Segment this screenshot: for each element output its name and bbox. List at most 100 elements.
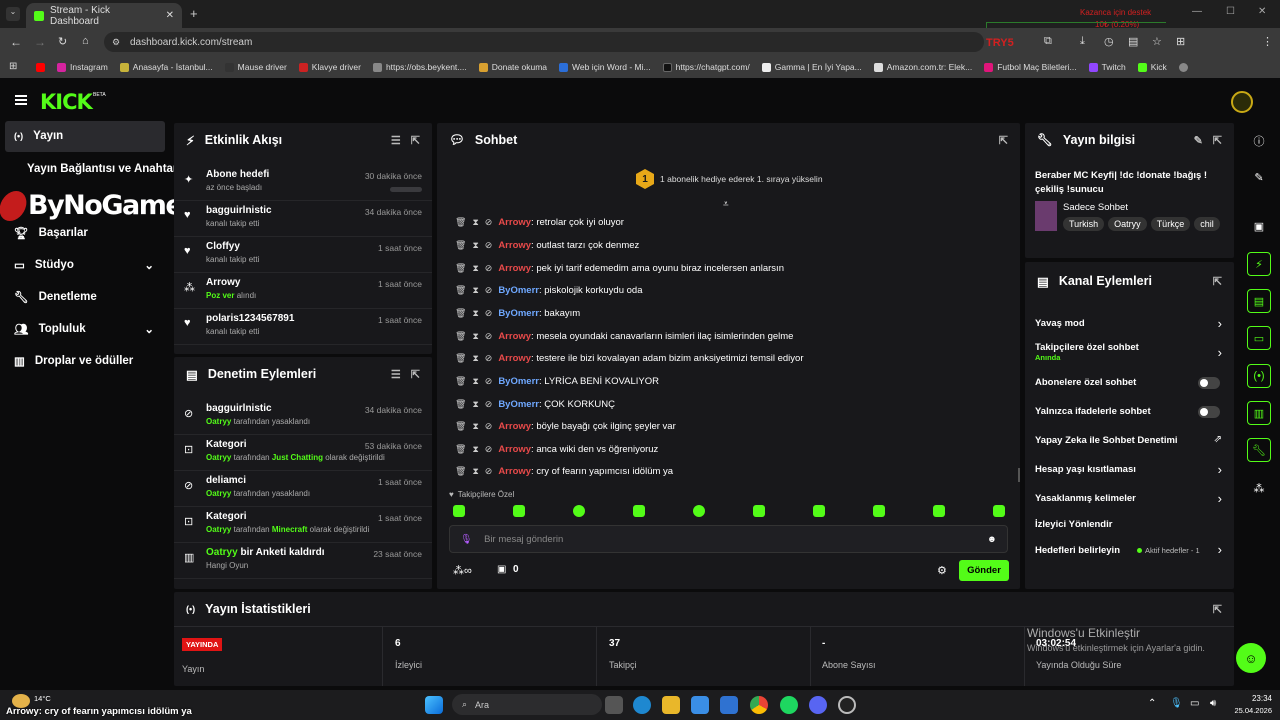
forward-icon[interactable]: → xyxy=(34,35,46,49)
ban-icon[interactable]: ⊘ xyxy=(485,217,493,228)
apps-grid-icon[interactable]: ⊞ xyxy=(9,61,17,72)
chevron-right-icon[interactable]: › xyxy=(1218,491,1222,506)
send-button[interactable]: Gönder xyxy=(959,560,1009,581)
bookmark-star-icon[interactable]: ☆ xyxy=(1152,35,1162,48)
maximize-icon[interactable]: ☐ xyxy=(1226,6,1235,17)
chrome-icon[interactable] xyxy=(750,696,768,714)
popout-icon[interactable]: ⇱ xyxy=(999,134,1008,147)
activity-rail-icon[interactable]: ⚡︎ xyxy=(1247,252,1271,276)
microphone-icon[interactable]: 🎙︎ xyxy=(460,534,472,545)
wrench-rail-icon[interactable]: 🔧︎ xyxy=(1247,438,1271,462)
banned-words-item[interactable]: Yasaklanmış kelimeler xyxy=(1035,493,1230,504)
tray-chevron-icon[interactable]: ⌃ xyxy=(1148,698,1156,709)
ban-icon[interactable]: ⊘ xyxy=(485,263,493,274)
points-rail-icon[interactable]: ⁂ xyxy=(1247,476,1271,500)
bookmark-globe[interactable] xyxy=(1178,62,1188,72)
emote-9[interactable] xyxy=(933,505,945,517)
delete-icon[interactable]: 🗑︎ xyxy=(455,444,466,455)
ban-icon[interactable]: ⊘ xyxy=(485,444,493,455)
popout-icon[interactable]: ⇱ xyxy=(1213,603,1222,616)
emote-1[interactable] xyxy=(453,505,465,517)
close-window-icon[interactable]: ✕ xyxy=(1258,6,1266,17)
chevron-right-icon[interactable]: › xyxy=(1218,542,1222,557)
ban-icon[interactable]: ⊘ xyxy=(485,421,493,432)
timeout-icon[interactable]: ⧗ xyxy=(472,444,478,455)
popout-icon[interactable]: ⇱ xyxy=(411,368,420,381)
delete-icon[interactable]: 🗑︎ xyxy=(455,421,466,432)
slow-mode-item[interactable]: Yavaş mod xyxy=(1035,318,1230,329)
translate-icon[interactable]: ⊞ xyxy=(1176,35,1185,48)
timeout-icon[interactable]: ⧗ xyxy=(472,399,478,410)
new-tab-icon[interactable]: + xyxy=(190,6,198,21)
chevron-right-icon[interactable]: › xyxy=(1218,462,1222,477)
timeout-icon[interactable]: ⧗ xyxy=(472,308,478,319)
emote-7[interactable] xyxy=(813,505,825,517)
emotes-only-toggle[interactable] xyxy=(1198,406,1220,418)
raid-item[interactable]: İzleyici Yönlendir xyxy=(1035,519,1230,530)
home-icon[interactable]: ⌂ xyxy=(82,35,89,47)
bookmark-instagram[interactable]: Instagram xyxy=(57,62,108,72)
store-app-icon[interactable] xyxy=(691,696,709,714)
sidebar-item-drops[interactable]: ▥ Droplar ve ödüller xyxy=(14,354,133,368)
task-view-icon[interactable] xyxy=(605,696,623,714)
timeout-icon[interactable]: ⧗ xyxy=(472,331,478,342)
trash-icon[interactable]: ▤ xyxy=(1128,35,1138,48)
chevron-right-icon[interactable]: › xyxy=(1218,345,1222,360)
clock-date[interactable]: 25.04.2026 xyxy=(1228,706,1272,715)
delete-icon[interactable]: 🗑︎ xyxy=(455,308,466,319)
reload-icon[interactable]: ↻ xyxy=(58,35,67,48)
edit-icon[interactable]: ✎ xyxy=(1194,134,1203,147)
emote-2[interactable] xyxy=(513,505,525,517)
timeout-icon[interactable]: ⧗ xyxy=(472,285,478,296)
subscribers-only-toggle[interactable] xyxy=(1198,377,1220,389)
store-icon[interactable]: ▣ xyxy=(497,564,506,575)
delete-icon[interactable]: 🗑︎ xyxy=(455,263,466,274)
delete-icon[interactable]: 🗑︎ xyxy=(455,353,466,364)
ban-icon[interactable]: ⊘ xyxy=(485,353,493,364)
browser-menu-icon[interactable]: ⋮ xyxy=(1262,35,1273,48)
bookmark-word[interactable]: Web için Word - Mi... xyxy=(559,62,651,72)
bookmark-mause[interactable]: Mause driver xyxy=(224,62,287,72)
download-icon[interactable]: ⤓ xyxy=(1080,35,1085,48)
timeout-icon[interactable]: ⧗ xyxy=(472,353,478,364)
popout-icon[interactable]: ⇱ xyxy=(1213,275,1222,288)
timeout-icon[interactable]: ⧗ xyxy=(472,466,478,477)
discord-icon[interactable] xyxy=(809,696,827,714)
ban-icon[interactable]: ⊘ xyxy=(485,376,493,387)
goals-item[interactable]: Hedefleri belirleyin xyxy=(1035,545,1135,556)
timeout-icon[interactable]: ⧗ xyxy=(472,217,478,228)
edit-stream-icon[interactable]: ✎ xyxy=(1247,165,1271,189)
obs-icon[interactable] xyxy=(838,696,856,714)
delete-icon[interactable]: 🗑︎ xyxy=(455,399,466,410)
camera-icon[interactable]: ▣ xyxy=(1247,214,1271,238)
sidebar-item-stream-key[interactable]: Yayın Bağlantısı ve Anahtarı xyxy=(27,163,181,175)
ban-icon[interactable]: ⊘ xyxy=(485,466,493,477)
spotify-icon[interactable] xyxy=(780,696,798,714)
ban-icon[interactable]: ⊘ xyxy=(485,331,493,342)
timeout-icon[interactable]: ⧗ xyxy=(472,376,478,387)
bookmark-gamma[interactable]: Gamma | En İyi Yapa... xyxy=(761,62,862,72)
file-explorer-icon[interactable] xyxy=(662,696,680,714)
delete-icon[interactable]: 🗑︎ xyxy=(455,376,466,387)
support-chat-button[interactable]: ☺ xyxy=(1236,643,1266,673)
delete-icon[interactable]: 🗑︎ xyxy=(455,331,466,342)
emote-10[interactable] xyxy=(993,505,1005,517)
sidebar-item-moderation[interactable]: 🔧︎ Denetleme xyxy=(14,290,97,304)
minimize-icon[interactable]: — xyxy=(1192,6,1202,17)
chat-settings-icon[interactable]: ⚙ xyxy=(937,564,947,577)
tag[interactable]: chil xyxy=(1194,217,1220,231)
microphone-tray-icon[interactable]: 🎙︎ xyxy=(1170,698,1183,709)
popout-icon[interactable]: ⇱ xyxy=(411,134,420,147)
browser-tab[interactable]: Stream - Kick Dashboard ✕ xyxy=(26,3,182,28)
extensions-icon[interactable]: ⧉ xyxy=(1044,35,1052,48)
windows-start-icon[interactable] xyxy=(425,696,443,714)
pinned-expand-icon[interactable]: ⩡ xyxy=(723,199,729,210)
timeout-icon[interactable]: ⧗ xyxy=(472,240,478,251)
emote-5[interactable] xyxy=(693,505,705,517)
filter-icon[interactable]: ☰ xyxy=(391,368,401,381)
popout-icon[interactable]: ⇱ xyxy=(1213,134,1222,147)
edge-icon[interactable] xyxy=(633,696,651,714)
gift-sub-promo[interactable]: 1 1 abonelik hediye ederek 1. sıraya yük… xyxy=(636,169,823,189)
tag[interactable]: Türkçe xyxy=(1150,217,1191,231)
mail-icon[interactable] xyxy=(720,696,738,714)
